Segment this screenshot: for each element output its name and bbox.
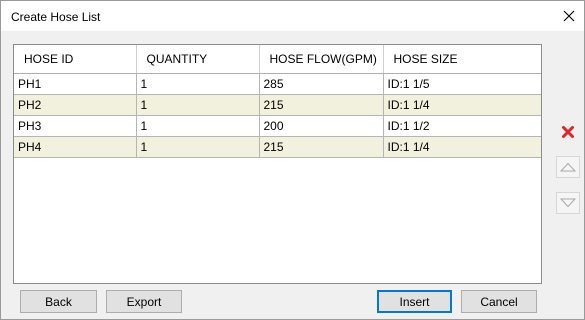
cell-quantity[interactable]: 1 — [136, 94, 260, 116]
cell-quantity[interactable]: 1 — [136, 115, 260, 137]
table-row[interactable]: PH4 1 215 ID:1 1/4 — [14, 136, 541, 158]
triangle-up-icon — [560, 162, 576, 172]
table-header-row: HOSE ID QUANTITY HOSE FLOW(GPM) HOSE SIZ… — [14, 45, 541, 74]
cell-hose-flow[interactable]: 215 — [259, 136, 384, 158]
cell-quantity[interactable]: 1 — [136, 73, 260, 95]
hose-table[interactable]: HOSE ID QUANTITY HOSE FLOW(GPM) HOSE SIZ… — [13, 44, 542, 284]
cancel-button[interactable]: Cancel — [461, 290, 537, 313]
cell-hose-id[interactable]: PH2 — [14, 94, 137, 116]
triangle-down-icon — [560, 198, 576, 208]
create-hose-list-dialog: Create Hose List HOSE ID QUANTITY HOSE F… — [0, 0, 585, 320]
cell-hose-flow[interactable]: 285 — [259, 73, 384, 95]
cell-hose-id[interactable]: PH3 — [14, 115, 137, 137]
column-header-quantity[interactable]: QUANTITY — [136, 45, 260, 74]
column-header-hose-id[interactable]: HOSE ID — [14, 45, 137, 74]
table-row[interactable]: PH2 1 215 ID:1 1/4 — [14, 94, 541, 116]
delete-x-icon — [562, 126, 574, 138]
column-header-hose-size[interactable]: HOSE SIZE — [383, 45, 541, 74]
table-row[interactable]: PH3 1 200 ID:1 1/2 — [14, 115, 541, 137]
cell-hose-size[interactable]: ID:1 1/2 — [383, 115, 541, 137]
cell-hose-flow[interactable]: 200 — [259, 115, 384, 137]
insert-button[interactable]: Insert — [377, 290, 452, 313]
close-icon — [563, 10, 575, 22]
dialog-title: Create Hose List — [11, 10, 101, 24]
cell-hose-size[interactable]: ID:1 1/5 — [383, 73, 541, 95]
cell-quantity[interactable]: 1 — [136, 136, 260, 158]
cell-hose-size[interactable]: ID:1 1/4 — [383, 136, 541, 158]
table-row[interactable]: PH1 1 285 ID:1 1/5 — [14, 73, 541, 95]
export-button[interactable]: Export — [106, 290, 182, 313]
column-header-hose-flow[interactable]: HOSE FLOW(GPM) — [259, 45, 384, 74]
move-up-button[interactable] — [556, 156, 580, 178]
cell-hose-id[interactable]: PH4 — [14, 136, 137, 158]
back-button[interactable]: Back — [20, 290, 97, 313]
close-button[interactable] — [554, 1, 584, 31]
cell-hose-id[interactable]: PH1 — [14, 73, 137, 95]
title-bar: Create Hose List — [1, 1, 584, 31]
cell-hose-flow[interactable]: 215 — [259, 94, 384, 116]
cell-hose-size[interactable]: ID:1 1/4 — [383, 94, 541, 116]
delete-row-button[interactable] — [556, 121, 580, 143]
move-down-button[interactable] — [556, 192, 580, 214]
